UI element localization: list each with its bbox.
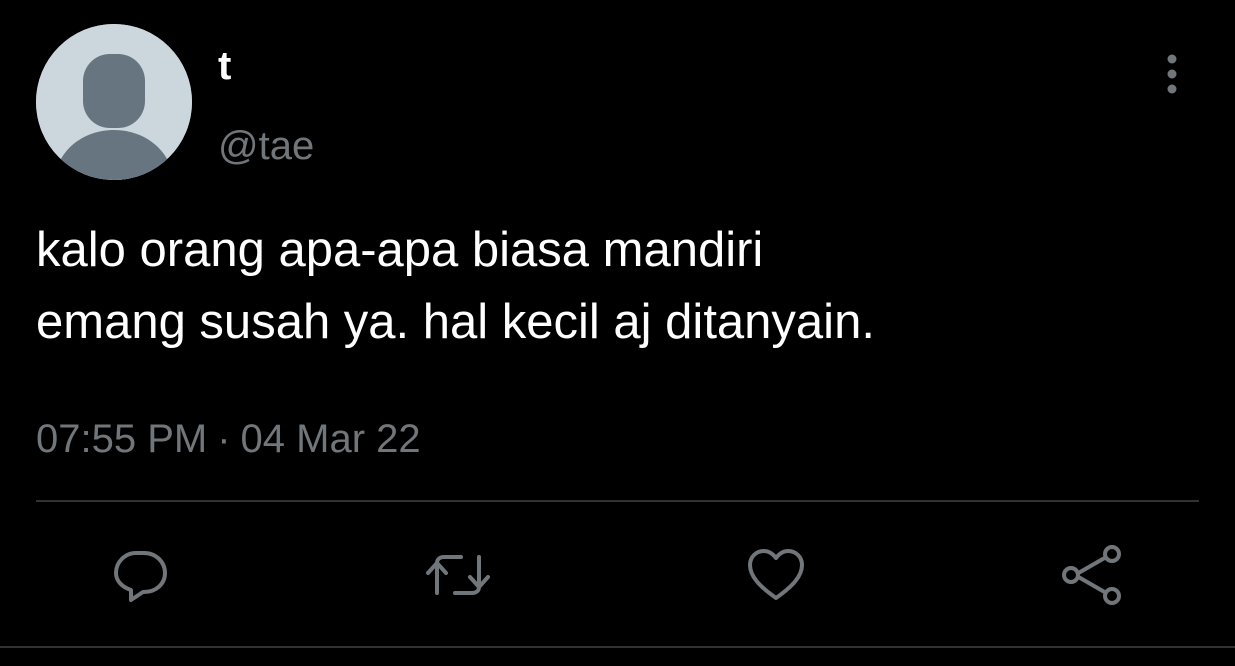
tweet-card: t @tae kalo orang apa-apa biasa mandiri …	[0, 0, 1235, 666]
retweet-icon	[426, 555, 490, 595]
share-button[interactable]	[1058, 540, 1128, 610]
bottom-divider	[0, 646, 1235, 648]
heart-icon	[748, 549, 804, 600]
share-icon	[1062, 545, 1121, 605]
reply-icon	[114, 551, 167, 602]
tweet-time: 07:55 PM	[36, 417, 208, 461]
more-options-button[interactable]	[1150, 50, 1194, 98]
divider	[36, 500, 1199, 502]
tweet-timestamp[interactable]: 07:55 PM · 04 Mar 22	[36, 414, 421, 464]
like-button[interactable]	[741, 540, 811, 610]
retweet-button[interactable]	[423, 540, 493, 610]
tweet-date: 04 Mar 22	[240, 417, 421, 461]
more-options-icon	[1167, 54, 1177, 94]
user-handle[interactable]: @tae	[218, 122, 314, 170]
meta-separator: ·	[217, 417, 231, 461]
display-name[interactable]: t	[218, 42, 231, 90]
reply-button[interactable]	[106, 540, 176, 610]
tweet-text: kalo orang apa-apa biasa mandiri emang s…	[36, 223, 875, 349]
avatar[interactable]	[36, 24, 192, 180]
default-avatar-icon	[36, 24, 192, 180]
